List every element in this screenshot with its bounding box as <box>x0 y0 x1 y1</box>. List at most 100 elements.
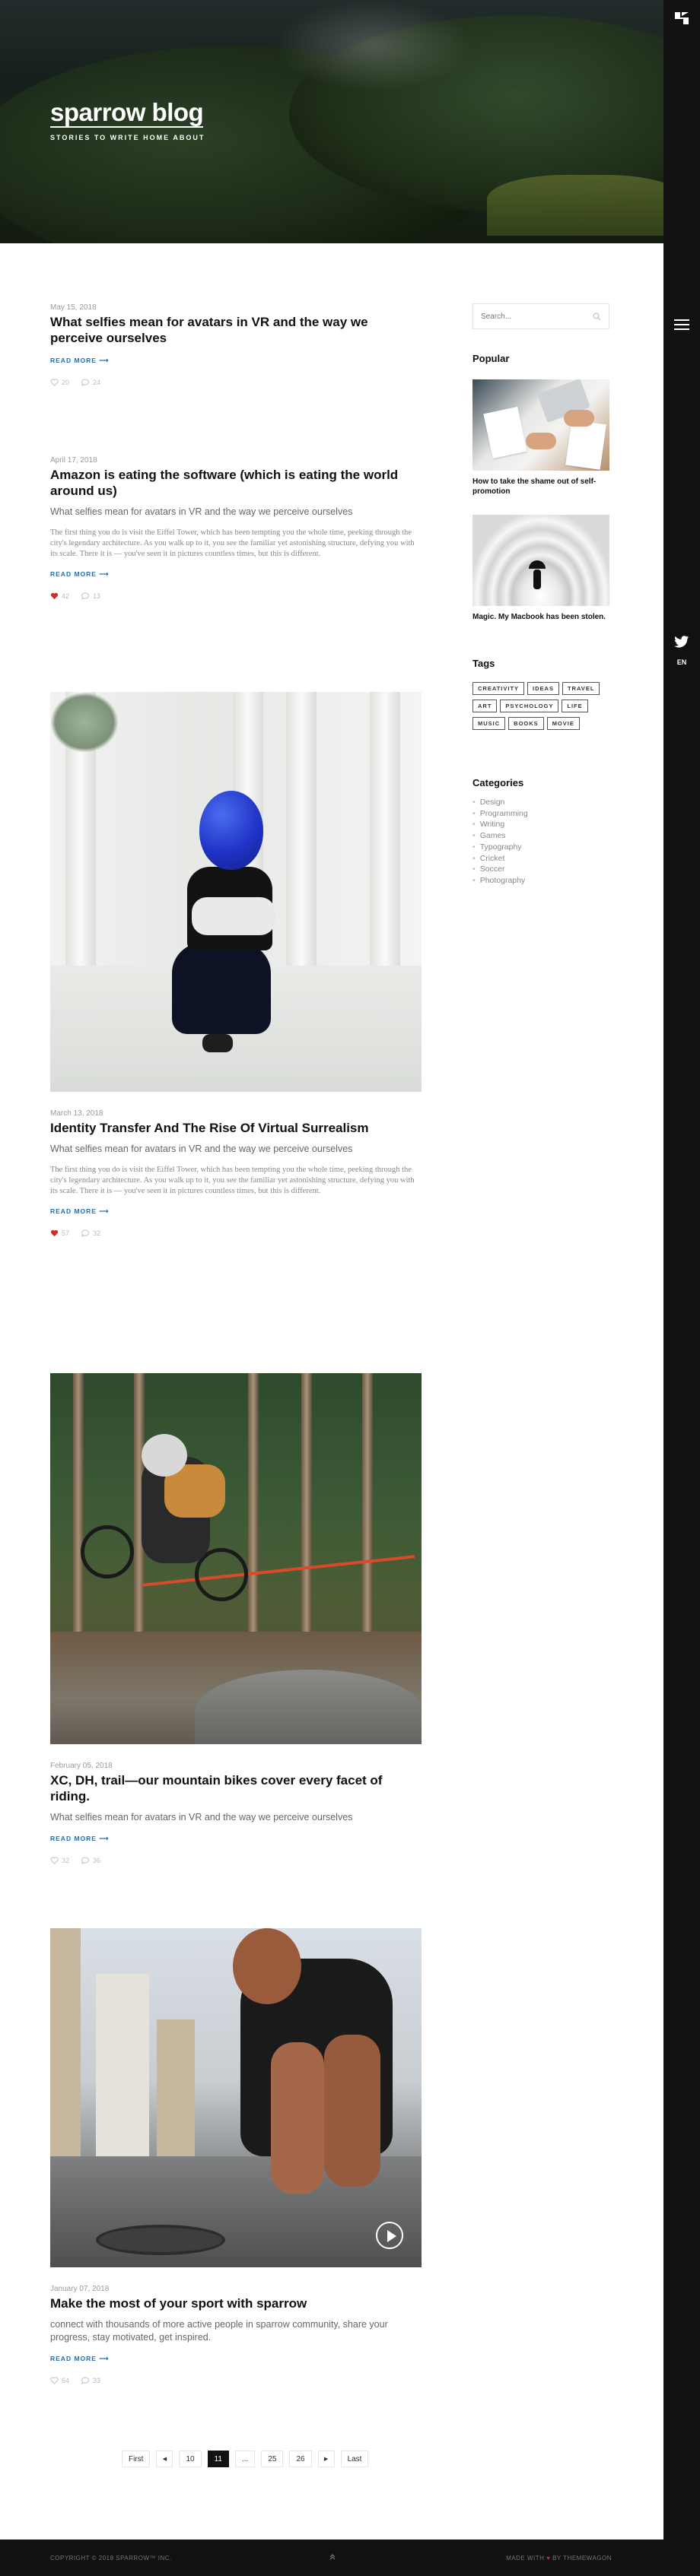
tag[interactable]: MOVIE <box>546 717 580 730</box>
tag[interactable]: ART <box>473 700 498 712</box>
comment-button[interactable]: 24 <box>81 379 100 386</box>
heart-filled-icon <box>50 1229 59 1237</box>
tag[interactable]: LIFE <box>562 700 588 712</box>
post-meta: 32 36 <box>50 1857 422 1864</box>
category-item[interactable]: Soccer <box>473 864 528 875</box>
tag[interactable]: MUSIC <box>473 717 506 730</box>
blue-balloon <box>199 791 263 870</box>
page-next-button[interactable]: ▶ <box>317 2451 335 2467</box>
tag[interactable]: PSYCHOLOGY <box>500 700 559 712</box>
hero-banner: sparrow blog STORIES TO WRITE HOME ABOUT <box>0 0 663 243</box>
popular-post-card[interactable]: How to take the shame out of self-promot… <box>473 379 609 496</box>
popular-post-image[interactable] <box>473 379 609 471</box>
category-item[interactable]: Photography <box>473 875 528 887</box>
post-date: January 07, 2018 <box>50 2285 110 2293</box>
tag[interactable]: IDEAS <box>527 682 559 695</box>
post-card: April 17, 2018 Amazon is eating the soft… <box>50 455 422 600</box>
made-with-credit[interactable]: MADE WITH ♥ BY THEMEWAGON <box>506 2555 612 2562</box>
post-card: March 13, 2018 Identity Transfer And The… <box>50 692 422 1237</box>
comment-icon <box>81 379 89 386</box>
read-more-link[interactable]: READ MORE ⟶ <box>50 1835 110 1843</box>
post-date: April 17, 2018 <box>50 456 97 465</box>
post-excerpt: The first thing you do is visit the Eiff… <box>50 1166 415 1195</box>
tag[interactable]: CREATIVITY <box>473 682 525 695</box>
post-title[interactable]: Make the most of your sport with sparrow <box>50 2295 422 2311</box>
search-icon[interactable] <box>593 312 601 321</box>
heart-icon <box>50 2377 59 2384</box>
comment-icon <box>81 592 89 600</box>
page-number[interactable]: 10 <box>179 2451 202 2467</box>
category-item[interactable]: Cricket <box>473 853 528 864</box>
play-icon[interactable] <box>376 2222 403 2249</box>
comment-button[interactable]: 36 <box>81 1857 100 1864</box>
post-title[interactable]: Amazon is eating the software (which is … <box>50 467 422 499</box>
tag[interactable]: TRAVEL <box>562 682 600 695</box>
popular-post-image[interactable] <box>473 515 609 606</box>
post-meta: 57 32 <box>50 1229 422 1237</box>
category-item[interactable]: Programming <box>473 808 528 820</box>
comment-button[interactable]: 13 <box>81 592 100 600</box>
category-item[interactable]: Writing <box>473 819 528 830</box>
like-count: 42 <box>62 592 70 600</box>
page-number[interactable]: 26 <box>289 2451 312 2467</box>
category-item[interactable]: Games <box>473 830 528 842</box>
comment-count: 33 <box>93 2377 101 2384</box>
like-button[interactable]: 32 <box>50 1857 69 1864</box>
hamburger-icon[interactable] <box>674 319 689 330</box>
read-more-link[interactable]: READ MORE ⟶ <box>50 2355 110 2363</box>
footer: COPYRIGHT © 2018 SPARROW™ INC. MADE WITH… <box>0 2540 663 2576</box>
popular-post-card[interactable]: Magic. My Macbook has been stolen. <box>473 515 609 622</box>
popular-post-title[interactable]: How to take the shame out of self-promot… <box>473 477 609 496</box>
made-with-prefix: MADE WITH <box>506 2555 545 2562</box>
post-image-mountain-bike[interactable] <box>50 1373 422 1744</box>
comment-button[interactable]: 33 <box>81 2377 100 2384</box>
like-button[interactable]: 64 <box>50 2377 69 2384</box>
site-tagline: STORIES TO WRITE HOME ABOUT <box>50 134 205 141</box>
post-card: January 07, 2018 Make the most of your s… <box>50 1928 422 2384</box>
search-box <box>473 303 609 329</box>
language-switch[interactable]: EN <box>663 658 700 666</box>
read-more-link[interactable]: READ MORE ⟶ <box>50 570 110 579</box>
page-last-button[interactable]: Last <box>340 2451 369 2467</box>
comment-count: 36 <box>93 1857 101 1864</box>
post-title[interactable]: What selfies mean for avatars in VR and … <box>50 314 422 346</box>
made-with-suffix: BY THEMEWAGON <box>552 2555 612 2562</box>
comment-icon <box>81 2377 89 2384</box>
back-to-top-icon[interactable] <box>329 2553 336 2561</box>
category-item[interactable]: Typography <box>473 842 528 853</box>
page-first-button[interactable]: First <box>122 2451 151 2467</box>
post-date: May 15, 2018 <box>50 303 97 312</box>
copyright: COPYRIGHT © 2018 SPARROW™ INC. <box>50 2555 172 2562</box>
post-title[interactable]: XC, DH, trail—our mountain bikes cover e… <box>50 1772 422 1804</box>
manhole-cover <box>96 2225 225 2255</box>
like-count: 64 <box>62 2377 70 2384</box>
category-item[interactable]: Design <box>473 797 528 808</box>
page-prev-button[interactable]: ◀ <box>156 2451 173 2467</box>
page-number[interactable]: 25 <box>261 2451 284 2467</box>
right-rail: EN <box>663 0 700 2576</box>
post-subtitle: What selfies mean for avatars in VR and … <box>50 506 353 517</box>
popular-post-title[interactable]: Magic. My Macbook has been stolen. <box>473 612 609 622</box>
like-button[interactable]: 57 <box>50 1229 69 1237</box>
sparrow-logo-icon[interactable] <box>673 9 691 27</box>
like-button[interactable]: 20 <box>50 379 69 386</box>
search-input[interactable] <box>481 312 593 321</box>
comment-button[interactable]: 32 <box>81 1229 100 1237</box>
like-count: 57 <box>62 1229 70 1237</box>
post-image-balloon[interactable] <box>50 692 422 1092</box>
comment-icon <box>81 1229 89 1237</box>
read-more-link[interactable]: READ MORE ⟶ <box>50 357 110 365</box>
post-excerpt: The first thing you do is visit the Eiff… <box>50 528 415 558</box>
post-image-athlete[interactable] <box>50 1928 422 2267</box>
twitter-icon[interactable] <box>674 636 689 648</box>
like-button[interactable]: 42 <box>50 592 69 600</box>
read-more-link[interactable]: READ MORE ⟶ <box>50 1207 110 1216</box>
heart-icon <box>50 379 59 386</box>
heart-icon <box>50 1857 59 1864</box>
tag[interactable]: BOOKS <box>508 717 544 730</box>
site-title[interactable]: sparrow blog <box>50 99 204 128</box>
page-number-current[interactable]: 11 <box>207 2451 229 2467</box>
post-subtitle: What selfies mean for avatars in VR and … <box>50 1144 353 1154</box>
categories-heading: Categories <box>473 777 524 788</box>
post-title[interactable]: Identity Transfer And The Rise Of Virtua… <box>50 1120 422 1136</box>
